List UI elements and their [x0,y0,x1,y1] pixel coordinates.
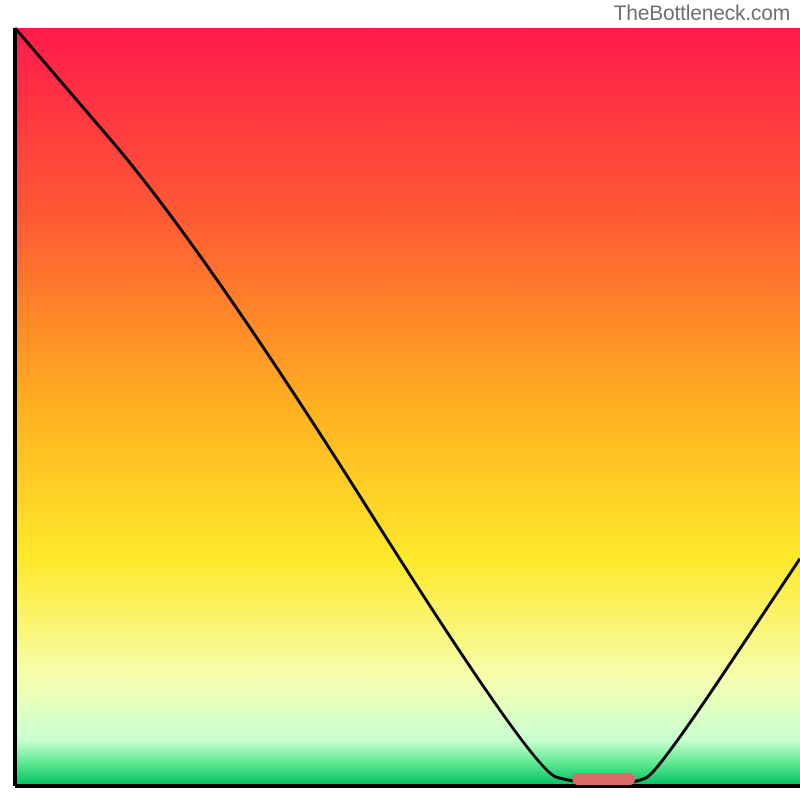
plot-background [15,28,800,786]
watermark-text: TheBottleneck.com [614,2,790,26]
marker [572,773,635,785]
chart-container: { "watermark": "TheBottleneck.com", "cha… [0,0,800,800]
bottleneck-chart [0,0,800,800]
